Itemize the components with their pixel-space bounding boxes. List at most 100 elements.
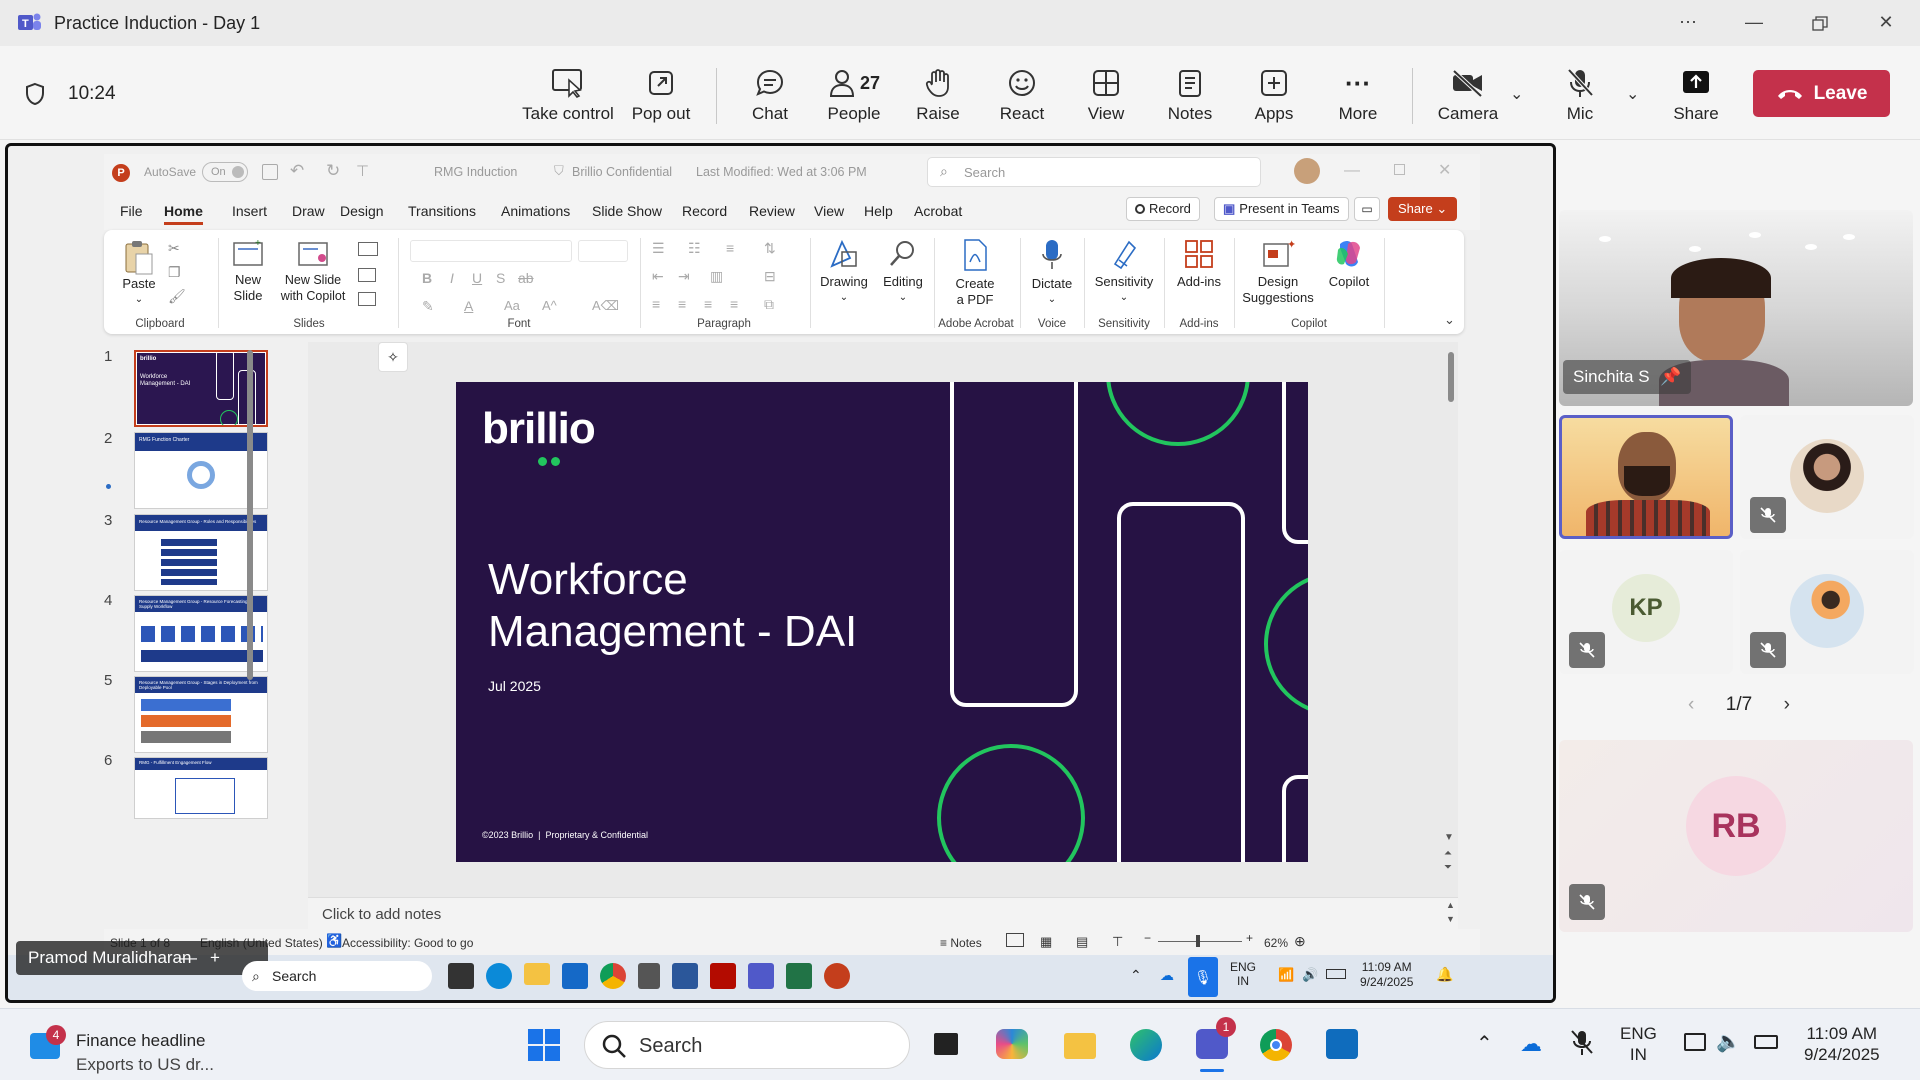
- folder-icon[interactable]: [524, 963, 550, 985]
- file-explorer-icon[interactable]: [1060, 1025, 1100, 1065]
- zoom-level[interactable]: 62%: [1264, 936, 1288, 950]
- system-clock[interactable]: 11:09 AM 9/24/2025: [1804, 1023, 1880, 1065]
- next-page-icon[interactable]: ›: [1784, 694, 1790, 716]
- reset-icon[interactable]: [358, 268, 376, 282]
- copy-icon[interactable]: ❐: [168, 264, 181, 281]
- notes-toggle[interactable]: ≡ Notes: [940, 936, 982, 950]
- align-right-icon[interactable]: ≡: [704, 296, 712, 312]
- tab-help[interactable]: Help: [864, 203, 893, 219]
- take-control-button[interactable]: Take control: [520, 64, 616, 124]
- notes-scroll-down-icon[interactable]: ▼: [1446, 914, 1455, 924]
- pp-search-box[interactable]: ⌕ Search: [927, 157, 1261, 187]
- bullets-icon[interactable]: ☰: [652, 240, 665, 257]
- mic-options-chevron-icon[interactable]: ⌄: [1626, 84, 1639, 104]
- pp-maximize-icon[interactable]: [1394, 164, 1405, 175]
- sorter-view-icon[interactable]: ▦: [1040, 934, 1052, 950]
- raise-hand-button[interactable]: Raise: [906, 64, 970, 124]
- close-icon[interactable]: ✕: [1874, 12, 1898, 36]
- format-painter-icon[interactable]: 🖌: [168, 288, 186, 305]
- participant-tile-kp[interactable]: KP: [1559, 550, 1733, 674]
- doc-title[interactable]: RMG Induction: [434, 165, 517, 179]
- outlook-icon[interactable]: [562, 963, 588, 989]
- font-name-select[interactable]: [410, 240, 572, 262]
- prev-slide-icon[interactable]: ⏶: [1444, 848, 1452, 859]
- remote-clock[interactable]: 11:09 AM 9/24/2025: [1360, 960, 1413, 990]
- comments-icon[interactable]: ▭: [1354, 197, 1380, 221]
- line-spacing-icon[interactable]: ≡: [726, 240, 734, 256]
- tab-transitions[interactable]: Transitions: [408, 203, 476, 219]
- increase-indent-icon[interactable]: ⇥: [678, 268, 690, 285]
- powerpoint-icon[interactable]: [824, 963, 850, 989]
- sensitivity-button[interactable]: Sensitivity ⌄: [1090, 238, 1158, 306]
- camera-button[interactable]: Camera: [1430, 64, 1506, 124]
- network-icon[interactable]: [1684, 1033, 1706, 1051]
- remote-volume-icon[interactable]: 🔊: [1302, 967, 1318, 983]
- grow-font-icon[interactable]: A^: [542, 298, 557, 313]
- new-slide-button[interactable]: + New Slide: [224, 238, 272, 304]
- cut-icon[interactable]: ✂: [168, 240, 180, 257]
- layout-icon[interactable]: [358, 242, 378, 256]
- more-button[interactable]: ··· More: [1326, 64, 1390, 124]
- pin-icon[interactable]: 📌: [1660, 367, 1681, 386]
- chrome-icon[interactable]: [600, 963, 626, 989]
- pop-out-button[interactable]: Pop out: [626, 64, 696, 124]
- save-icon[interactable]: [262, 164, 278, 180]
- zoom-slider[interactable]: − +: [1144, 931, 1254, 949]
- tab-slide-show[interactable]: Slide Show: [592, 203, 662, 219]
- columns-icon[interactable]: ▥: [710, 268, 723, 285]
- remote-wifi-icon[interactable]: 📶: [1278, 967, 1294, 983]
- share-button[interactable]: Share: [1664, 64, 1728, 124]
- participant-tile-rb[interactable]: RB: [1559, 740, 1913, 932]
- task-view-icon[interactable]: [926, 1025, 966, 1065]
- expand-presenter-icon[interactable]: +: [210, 941, 220, 975]
- decrease-indent-icon[interactable]: ⇤: [652, 268, 664, 285]
- language-indicator[interactable]: ENG IN: [1620, 1023, 1657, 1065]
- notes-pane[interactable]: Click to add notes ▲ ▼: [308, 897, 1458, 929]
- reading-view-icon[interactable]: ▤: [1076, 934, 1088, 950]
- strikethrough-icon[interactable]: ab: [518, 270, 534, 286]
- leave-button[interactable]: Leave: [1753, 70, 1890, 117]
- autosave-toggle[interactable]: On: [202, 162, 248, 182]
- remote-onedrive-icon[interactable]: ☁: [1160, 967, 1174, 984]
- mic-button[interactable]: Mic: [1548, 64, 1612, 124]
- pp-share-button[interactable]: Share ⌄: [1388, 197, 1458, 221]
- new-slide-copilot-button[interactable]: New Slide with Copilot: [276, 238, 350, 304]
- add-ins-button[interactable]: Add-ins: [1170, 238, 1228, 290]
- outlook-icon[interactable]: [1322, 1025, 1362, 1065]
- react-button[interactable]: React: [990, 64, 1054, 124]
- volume-icon[interactable]: 🔈: [1716, 1029, 1741, 1054]
- tray-chevron-icon[interactable]: ⌃: [1476, 1031, 1493, 1056]
- notes-button[interactable]: Notes: [1158, 64, 1222, 124]
- undo-icon[interactable]: ↶: [290, 161, 304, 181]
- m365-icon[interactable]: [992, 1025, 1032, 1065]
- remote-app-icons[interactable]: [448, 963, 868, 991]
- tab-acrobat[interactable]: Acrobat: [914, 203, 962, 219]
- view-button[interactable]: View: [1074, 64, 1138, 124]
- next-slide-icon[interactable]: ⏷: [1444, 862, 1452, 873]
- tab-home[interactable]: Home: [164, 203, 203, 225]
- editor-scrollbar[interactable]: [1448, 352, 1454, 402]
- font-size-select[interactable]: [578, 240, 628, 262]
- highlight-icon[interactable]: ✎: [422, 298, 434, 315]
- slideshow-view-icon[interactable]: ⊤: [1112, 934, 1123, 950]
- camera-options-chevron-icon[interactable]: ⌄: [1510, 84, 1523, 104]
- taskbar-search-box[interactable]: Search: [584, 1021, 910, 1069]
- tab-draw[interactable]: Draw: [292, 203, 325, 219]
- notes-scroll-up-icon[interactable]: ▲: [1446, 900, 1455, 910]
- remote-tray-chevron-icon[interactable]: ⌃: [1130, 967, 1142, 984]
- edge-icon[interactable]: [1126, 1025, 1166, 1065]
- tab-review[interactable]: Review: [749, 203, 795, 219]
- edge-icon[interactable]: [486, 963, 512, 989]
- acrobat-icon[interactable]: [710, 963, 736, 989]
- thumb-scrollbar[interactable]: [247, 350, 253, 680]
- copilot-button[interactable]: Copilot: [1320, 238, 1378, 290]
- excel-icon[interactable]: [786, 963, 812, 989]
- minimize-presenter-icon[interactable]: —: [180, 941, 197, 975]
- remote-notification-icon[interactable]: 🔔: [1436, 966, 1453, 983]
- current-slide[interactable]: brillio Workforce Management - DAI Jul 2…: [456, 382, 1308, 862]
- italic-icon[interactable]: I: [450, 270, 454, 286]
- justify-icon[interactable]: ≡: [730, 296, 738, 312]
- prev-page-icon[interactable]: ‹: [1688, 694, 1694, 716]
- shadow-icon[interactable]: S: [496, 270, 505, 286]
- onedrive-icon[interactable]: ☁: [1520, 1031, 1542, 1057]
